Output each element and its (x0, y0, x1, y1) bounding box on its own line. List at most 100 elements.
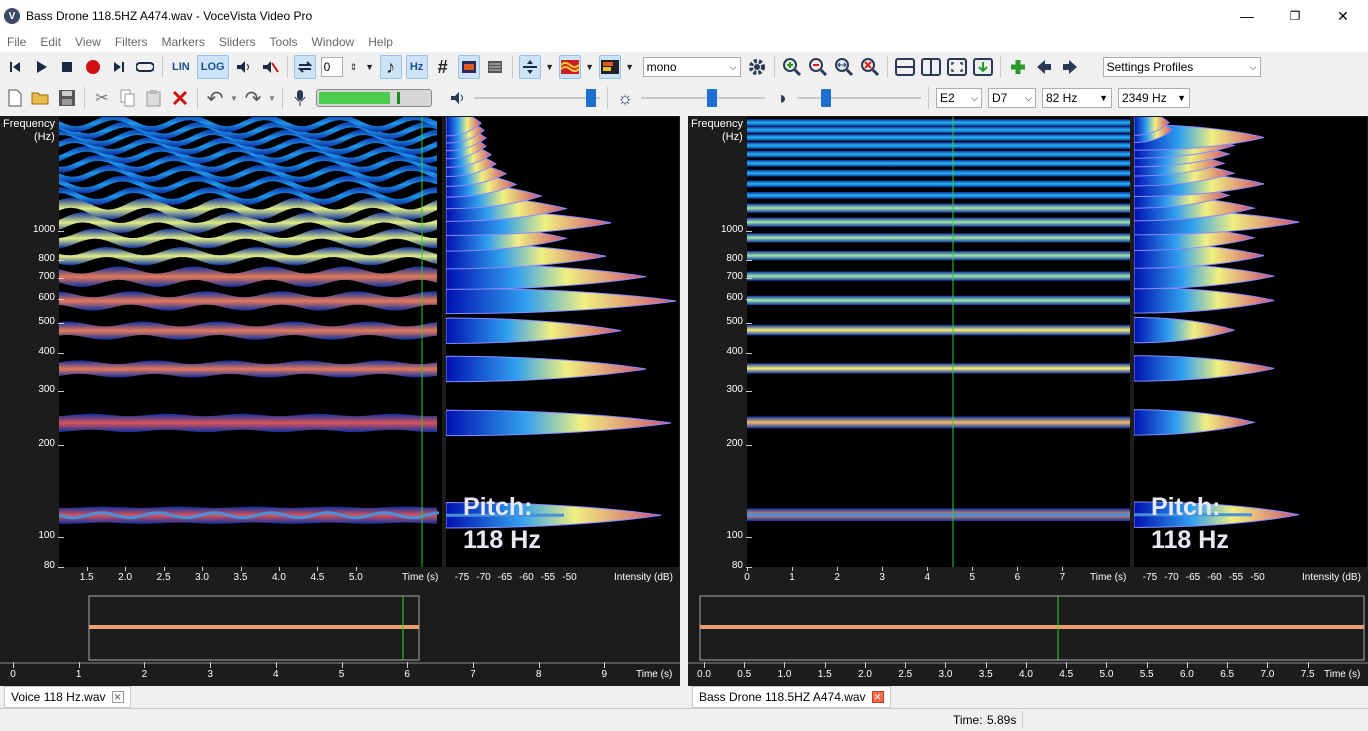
sharp-button[interactable]: # (432, 55, 454, 79)
download-icon[interactable] (972, 55, 994, 79)
menu-window[interactable]: Window (305, 35, 362, 49)
lin-button[interactable]: LIN (169, 55, 193, 79)
menu-markers[interactable]: Markers (155, 35, 212, 49)
left-waveform-time-label: Time (s) (636, 669, 673, 680)
vertical-split-icon[interactable] (920, 55, 942, 79)
gear-icon[interactable] (746, 55, 768, 79)
paste-icon[interactable] (143, 86, 165, 110)
log-button[interactable]: LOG (196, 55, 229, 79)
minimize-button[interactable]: — (1224, 0, 1270, 32)
zoom-reset-icon[interactable] (859, 55, 881, 79)
forward-arrow-icon[interactable] (1059, 55, 1081, 79)
right-spectrogram[interactable] (747, 117, 1130, 567)
open-folder-icon[interactable] (30, 86, 52, 110)
loop-count-stepper[interactable]: ⇕ (348, 55, 360, 79)
close-tab-icon[interactable]: ✕ (111, 691, 124, 703)
harmonic-band (747, 295, 1130, 306)
skip-start-icon[interactable] (4, 55, 26, 79)
cut-icon[interactable]: ✂ (91, 86, 113, 110)
undo-chevron-down-icon[interactable]: ▼ (230, 86, 238, 110)
loop-icon[interactable] (134, 55, 156, 79)
high-note-select[interactable]: D7 ⌵ (988, 88, 1036, 108)
menu-filters[interactable]: Filters (108, 35, 155, 49)
fullscreen-icon[interactable] (946, 55, 968, 79)
left-spectrogram-canvas (59, 117, 440, 567)
horizontal-split-icon[interactable] (894, 55, 916, 79)
skip-end-icon[interactable] (108, 55, 130, 79)
zoom-in-icon[interactable] (781, 55, 803, 79)
wave-tick-mark (275, 662, 277, 668)
x-tick-label: 5 (969, 572, 976, 583)
record-icon[interactable] (82, 55, 104, 79)
redo-chevron-down-icon[interactable]: ▼ (268, 86, 276, 110)
wave-tick-label: 4.5 (1059, 669, 1074, 680)
add-icon[interactable] (1007, 55, 1029, 79)
left-spectrogram[interactable] (59, 117, 442, 567)
contrast-slider-thumb[interactable] (821, 89, 831, 107)
volume-slider[interactable] (474, 88, 600, 108)
new-file-icon[interactable] (4, 86, 26, 110)
redo-icon[interactable]: ↷ (242, 86, 264, 110)
harmonic-band (59, 291, 437, 311)
menu-tools[interactable]: Tools (263, 35, 305, 49)
contrast-slider[interactable] (797, 88, 921, 108)
tab-voice-file[interactable]: Voice 118 Hz.wav ✕ (4, 686, 131, 708)
delete-icon[interactable] (169, 86, 191, 110)
harmonic-band (59, 413, 437, 433)
waveform-color-icon[interactable] (558, 55, 581, 79)
low-freq-select[interactable]: 82 Hz ▼ (1042, 88, 1112, 108)
x-tick-mark (317, 567, 319, 571)
menu-help[interactable]: Help (361, 35, 400, 49)
back-arrow-icon[interactable] (1033, 55, 1055, 79)
hz-button[interactable]: Hz (405, 55, 428, 79)
volume-slider-thumb[interactable] (586, 89, 596, 107)
toolbar-separator (511, 56, 513, 78)
play-icon[interactable] (30, 55, 52, 79)
list-icon[interactable] (484, 55, 506, 79)
menu-sliders[interactable]: Sliders (212, 35, 263, 49)
microphone-icon[interactable] (289, 86, 311, 110)
stop-icon[interactable] (56, 55, 78, 79)
note-icon[interactable]: ♪ (379, 55, 402, 79)
undo-icon[interactable]: ↶ (204, 86, 226, 110)
zoom-out-icon[interactable] (807, 55, 829, 79)
y-tick-mark (746, 260, 752, 262)
x-tick-label: 3 (879, 572, 885, 583)
volume-icon[interactable] (447, 86, 469, 110)
brightness-slider[interactable] (641, 88, 765, 108)
save-icon[interactable] (56, 86, 78, 110)
waveform-color-chevron-down-icon[interactable]: ▼ (585, 55, 595, 79)
high-freq-select[interactable]: 2349 Hz ▼ (1118, 88, 1190, 108)
settings-profiles-select[interactable]: Settings Profiles ⌵ (1102, 57, 1261, 77)
close-tab-icon[interactable]: ✕ (871, 691, 884, 703)
palette-chevron-down-icon[interactable]: ▼ (625, 55, 635, 79)
mute-icon[interactable] (259, 55, 281, 79)
menu-edit[interactable]: Edit (33, 35, 68, 49)
restore-button[interactable]: ❐ (1272, 0, 1318, 32)
channel-select-value: mono (646, 60, 677, 74)
brightness-icon[interactable]: ☼ (614, 86, 636, 110)
zoom-vertical-icon[interactable] (518, 55, 541, 79)
zoom-vertical-chevron-down-icon[interactable]: ▼ (545, 55, 555, 79)
spectrogram-icon[interactable] (457, 55, 480, 79)
low-note-select[interactable]: E2 ⌵ (936, 88, 982, 108)
contrast-icon[interactable]: ◑ (770, 86, 792, 110)
toolbar-separator (928, 87, 929, 109)
close-button[interactable]: ✕ (1320, 0, 1366, 32)
repeat-icon[interactable] (293, 55, 316, 79)
menu-view[interactable]: View (68, 35, 108, 49)
wave-tick-label: 2.5 (898, 669, 913, 680)
tab-bass-drone-file[interactable]: Bass Drone 118.5HZ A474.wav ✕ (692, 686, 891, 708)
palette-icon[interactable] (598, 55, 621, 79)
copy-icon[interactable] (117, 86, 139, 110)
zoom-fit-icon[interactable] (833, 55, 855, 79)
wave-tick-mark (407, 662, 409, 668)
channel-select[interactable]: mono ⌵ (642, 57, 741, 77)
loop-count-input[interactable]: 0 (320, 57, 343, 77)
speaker-icon[interactable] (233, 55, 255, 79)
loop-dropdown-chevron-down-icon[interactable]: ▼ (364, 55, 376, 79)
wave-tick-label: 5.0 (1099, 669, 1114, 680)
harmonic-band (747, 119, 1130, 127)
menu-file[interactable]: File (0, 35, 33, 49)
brightness-slider-thumb[interactable] (707, 89, 717, 107)
